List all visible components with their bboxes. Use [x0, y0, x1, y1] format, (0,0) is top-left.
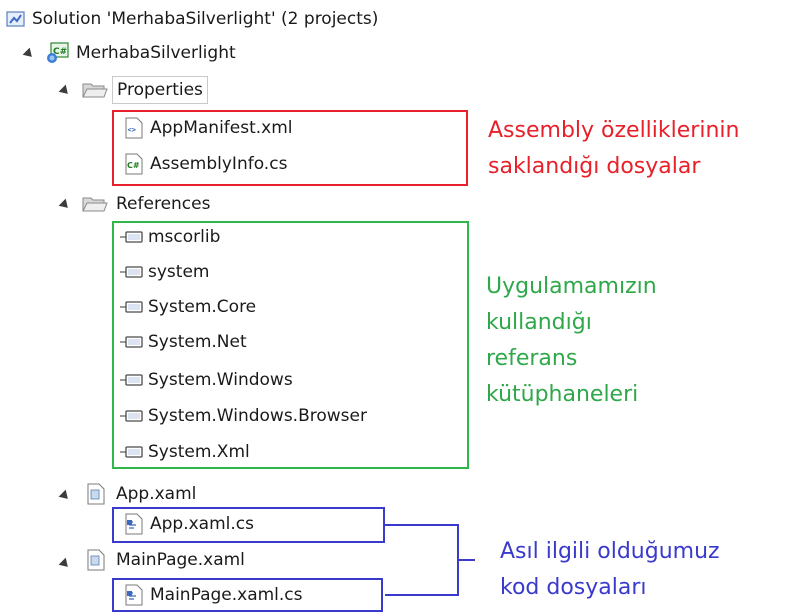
mainpage-cs-highlight-box — [112, 578, 383, 612]
properties-expand-arrow[interactable] — [58, 84, 72, 98]
solution-label: Solution 'MerhabaSilverlight' (2 project… — [32, 9, 379, 29]
folder-icon — [82, 80, 108, 100]
folder-icon — [82, 194, 108, 214]
project-label: MerhabaSilverlight — [76, 43, 236, 63]
code-connector — [385, 524, 475, 596]
references-expand-arrow[interactable] — [58, 198, 72, 212]
properties-folder[interactable]: Properties — [82, 75, 208, 105]
references-label: References — [116, 194, 211, 214]
note-line: Asıl ilgili olduğumuz — [500, 539, 720, 564]
project-expand-arrow[interactable] — [22, 47, 36, 61]
app-cs-highlight-box — [112, 507, 385, 543]
mainpage-xaml-node[interactable]: MainPage.xaml — [86, 545, 245, 575]
app-expand-arrow[interactable] — [58, 489, 72, 503]
note-line: saklandığı dosyalar — [488, 154, 701, 179]
references-folder[interactable]: References — [82, 189, 210, 219]
note-line: Uygulamamızın — [486, 274, 657, 299]
properties-note: Assembly özelliklerinin saklandığı dosya… — [488, 113, 739, 185]
note-line: Assembly özelliklerinin — [488, 118, 740, 143]
mainpage-expand-arrow[interactable] — [58, 557, 72, 571]
properties-label: Properties — [112, 76, 208, 104]
app-xaml-label: App.xaml — [116, 484, 197, 504]
properties-highlight-box — [112, 110, 468, 186]
code-note: Asıl ilgili olduğumuz kod dosyaları — [500, 534, 720, 606]
note-line: referans — [486, 346, 578, 371]
solution-node[interactable]: Solution 'MerhabaSilverlight' (2 project… — [6, 4, 378, 34]
xaml-file-icon — [86, 549, 106, 571]
app-xaml-node[interactable]: App.xaml — [86, 479, 196, 509]
note-line: kütüphaneleri — [486, 382, 639, 407]
note-line: kod dosyaları — [500, 575, 647, 600]
project-node[interactable]: C# MerhabaSilverlight — [46, 38, 236, 68]
references-note: Uygulamamızın kullandığı referans kütüph… — [486, 269, 657, 413]
note-line: kullandığı — [486, 310, 592, 335]
xaml-file-icon — [86, 483, 106, 505]
solution-icon — [6, 10, 26, 28]
csharp-project-icon: C# — [46, 42, 70, 64]
references-highlight-box — [112, 221, 469, 469]
mainpage-xaml-label: MainPage.xaml — [116, 550, 245, 570]
